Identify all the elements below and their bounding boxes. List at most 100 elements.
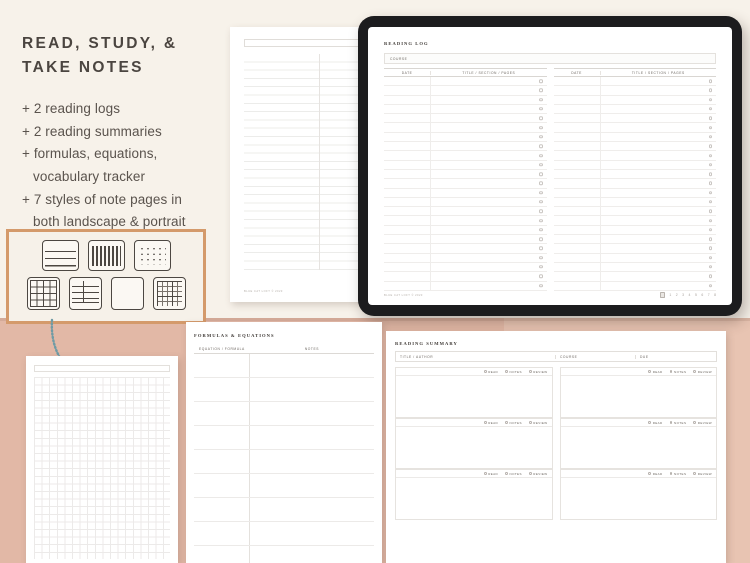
entry-notes-area[interactable] (396, 376, 552, 417)
cell-equation[interactable] (194, 474, 250, 497)
checkbox-circle-icon[interactable] (693, 421, 697, 424)
entry-notes-area[interactable] (396, 427, 552, 468)
checkbox-circle-icon[interactable] (539, 107, 543, 111)
table-row[interactable] (553, 244, 716, 254)
cell-title[interactable] (431, 179, 546, 187)
checkbox-circle-icon[interactable] (483, 472, 487, 475)
table-row[interactable] (553, 132, 716, 143)
cell-date[interactable] (554, 281, 601, 290)
table-row[interactable] (553, 95, 716, 105)
cell-date[interactable] (554, 95, 601, 104)
entry-notes-area[interactable] (561, 478, 717, 519)
cell-equation[interactable] (194, 402, 250, 425)
checkbox-circle-icon[interactable] (505, 421, 508, 424)
checkbox-circle-icon[interactable] (505, 370, 508, 373)
cell-date[interactable] (384, 244, 432, 253)
checkbox-circle-icon[interactable] (708, 172, 712, 176)
checkbox-circle-icon[interactable] (708, 135, 712, 139)
checkbox-circle-icon[interactable] (539, 200, 543, 204)
page-number[interactable]: 8 (714, 293, 716, 297)
checkbox-circle-icon[interactable] (483, 421, 487, 424)
cell-date[interactable] (384, 86, 432, 95)
table-row[interactable] (384, 95, 547, 105)
cell-title[interactable] (431, 244, 546, 252)
cell-date[interactable] (554, 123, 601, 132)
table-row[interactable] (194, 354, 374, 378)
page-number[interactable]: 3 (682, 293, 684, 297)
summary-entry[interactable]: Read Notes Review (395, 418, 553, 469)
cell-title[interactable] (431, 263, 546, 271)
cell-date[interactable] (384, 142, 432, 151)
checkbox-circle-icon[interactable] (528, 370, 532, 373)
checkbox-circle-icon[interactable] (708, 107, 712, 111)
table-row[interactable] (194, 474, 374, 498)
cell-date[interactable] (554, 142, 601, 151)
tablet-screen[interactable]: Reading Log Course Date Title / Section … (368, 27, 732, 305)
table-row[interactable] (194, 450, 374, 474)
cell-equation[interactable] (194, 450, 250, 473)
table-row[interactable] (384, 77, 547, 87)
checkbox-circle-icon[interactable] (539, 135, 543, 139)
cell-title[interactable] (431, 282, 546, 290)
checkbox-circle-icon[interactable] (693, 472, 697, 475)
cell-date[interactable] (554, 272, 601, 281)
table-row[interactable] (384, 132, 547, 143)
cell-equation[interactable] (194, 522, 250, 545)
table-row[interactable] (384, 244, 547, 254)
cell-date[interactable] (554, 262, 601, 272)
summary-entry[interactable]: Read Notes Review (395, 367, 553, 418)
cell-equation[interactable] (194, 378, 250, 401)
table-row[interactable] (384, 179, 547, 189)
table-row[interactable] (194, 402, 374, 426)
table-row[interactable] (384, 235, 547, 245)
cell-notes[interactable] (250, 402, 374, 425)
cell-title[interactable] (431, 198, 546, 206)
checkbox-circle-icon[interactable] (708, 98, 712, 102)
checkbox-circle-icon[interactable] (539, 246, 543, 251)
table-row[interactable] (194, 546, 374, 563)
checkbox-circle-icon[interactable] (708, 218, 712, 223)
cell-date[interactable] (384, 77, 432, 86)
cell-date[interactable] (384, 253, 432, 262)
cell-date[interactable] (384, 216, 432, 225)
cell-notes[interactable] (250, 450, 374, 473)
table-row[interactable] (384, 262, 547, 273)
cell-date[interactable] (384, 188, 432, 197)
cell-date[interactable] (384, 179, 432, 188)
cell-notes[interactable] (250, 522, 374, 545)
checkbox-circle-icon[interactable] (708, 79, 712, 83)
cell-notes[interactable] (250, 426, 374, 449)
cell-equation[interactable] (194, 426, 250, 449)
checkbox-circle-icon[interactable] (528, 472, 532, 475)
cell-notes[interactable] (250, 354, 374, 377)
checkbox-circle-icon[interactable] (708, 209, 712, 213)
cell-title[interactable] (431, 226, 546, 234)
checkbox-circle-icon[interactable] (539, 116, 543, 121)
cell-title[interactable] (601, 151, 716, 159)
table-row[interactable] (384, 123, 547, 133)
cell-title[interactable] (601, 263, 716, 271)
table-row[interactable] (384, 160, 547, 170)
cell-date[interactable] (384, 207, 432, 216)
cell-date[interactable] (384, 281, 432, 290)
checkbox-circle-icon[interactable] (693, 370, 697, 373)
checkbox-circle-icon[interactable] (539, 98, 543, 102)
checkbox-review[interactable]: Review (693, 370, 712, 374)
cell-date[interactable] (554, 169, 601, 179)
checkbox-circle-icon[interactable] (708, 200, 712, 204)
table-row[interactable] (553, 179, 716, 189)
cell-notes[interactable] (250, 546, 374, 563)
table-row[interactable] (384, 188, 547, 198)
cell-date[interactable] (384, 95, 432, 104)
table-row[interactable] (384, 253, 547, 263)
checkbox-review[interactable]: Review (693, 421, 712, 425)
checkbox-read[interactable]: Read (483, 421, 498, 425)
page-number[interactable]: 1 (669, 293, 671, 297)
checkbox-circle-icon[interactable] (539, 79, 543, 83)
checkbox-circle-icon[interactable] (708, 116, 712, 121)
table-row[interactable] (384, 104, 547, 115)
checkbox-circle-icon[interactable] (539, 163, 543, 167)
cell-title[interactable] (601, 77, 716, 85)
cell-date[interactable] (384, 225, 432, 235)
checkbox-notes[interactable]: Notes (669, 370, 687, 374)
